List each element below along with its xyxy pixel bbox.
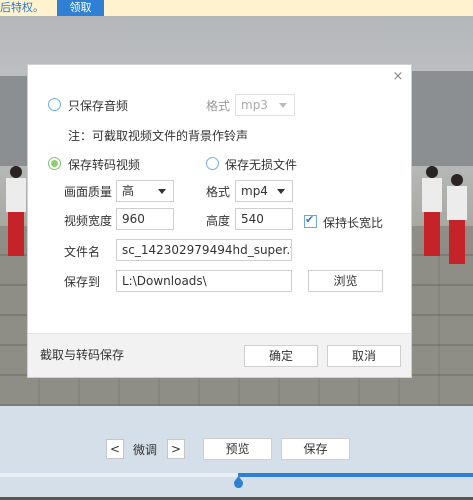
seek-selection xyxy=(238,473,473,477)
video-dancer xyxy=(420,166,444,256)
save-transcode-label: 保存转码视频 xyxy=(68,158,141,172)
preview-button[interactable]: 预览 xyxy=(203,438,272,460)
width-input[interactable]: 960 xyxy=(116,208,174,230)
prev-frame-button[interactable]: < xyxy=(106,439,124,459)
video-dancer xyxy=(4,166,28,256)
audio-only-radio[interactable] xyxy=(48,98,61,111)
dialog-title: 截取与转码保存 xyxy=(40,348,125,362)
video-building xyxy=(405,71,473,166)
promo-text: 后特权。 xyxy=(0,1,44,14)
quality-label: 画面质量 xyxy=(64,185,113,199)
video-dancer xyxy=(445,174,469,264)
browse-button[interactable]: 浏览 xyxy=(308,270,383,292)
save-lossless-radio[interactable] xyxy=(206,157,219,170)
audio-format-label: 格式 xyxy=(206,99,231,113)
promo-bar: 后特权。 领取 xyxy=(0,0,473,16)
close-icon[interactable]: × xyxy=(390,69,406,85)
audio-only-label: 只保存音频 xyxy=(68,99,129,113)
dialog-footer: 截取与转码保存 确定 取消 xyxy=(28,333,411,377)
height-input[interactable]: 540 xyxy=(235,208,293,230)
quality-value: 高 xyxy=(122,184,135,198)
ringtone-note: 注：可截取视频文件的背景作铃声 xyxy=(68,129,249,143)
fine-tune-label: 微调 xyxy=(133,443,158,457)
format-select[interactable]: mp4 xyxy=(235,180,293,202)
filename-label: 文件名 xyxy=(64,245,101,259)
quality-select[interactable]: 高 xyxy=(116,180,174,202)
ok-button[interactable]: 确定 xyxy=(244,345,318,367)
format-label: 格式 xyxy=(206,185,231,199)
save-path-input[interactable]: L:\Downloads\ xyxy=(116,270,292,292)
seek-handle-icon[interactable] xyxy=(234,476,243,488)
cancel-button[interactable]: 取消 xyxy=(327,345,401,367)
check-icon: ✔ xyxy=(305,213,315,226)
claim-button[interactable]: 领取 xyxy=(57,0,104,16)
keep-ratio-checkbox[interactable]: ✔ xyxy=(304,213,317,228)
save-lossless-label: 保存无损文件 xyxy=(225,158,298,172)
keep-ratio-label: 保持长宽比 xyxy=(323,216,384,230)
filename-input[interactable]: sc_142302979494hd_super.flv_ xyxy=(116,239,292,261)
audio-format-value: mp3 xyxy=(241,98,268,112)
audio-format-select[interactable]: mp3 xyxy=(235,94,295,116)
save-transcode-radio[interactable] xyxy=(48,157,61,170)
format-value: mp4 xyxy=(241,184,268,198)
save-to-label: 保存到 xyxy=(64,275,101,289)
chevron-down-icon xyxy=(279,103,287,108)
chevron-down-icon xyxy=(277,189,285,194)
chevron-down-icon xyxy=(158,189,166,194)
width-label: 视频宽度 xyxy=(64,214,113,228)
height-label: 高度 xyxy=(206,214,231,228)
next-frame-button[interactable]: > xyxy=(167,439,185,459)
capture-save-dialog: × 只保存音频 格式 mp3 注：可截取视频文件的背景作铃声 保存转码视频 保存… xyxy=(28,65,411,377)
save-button[interactable]: 保存 xyxy=(281,438,350,460)
